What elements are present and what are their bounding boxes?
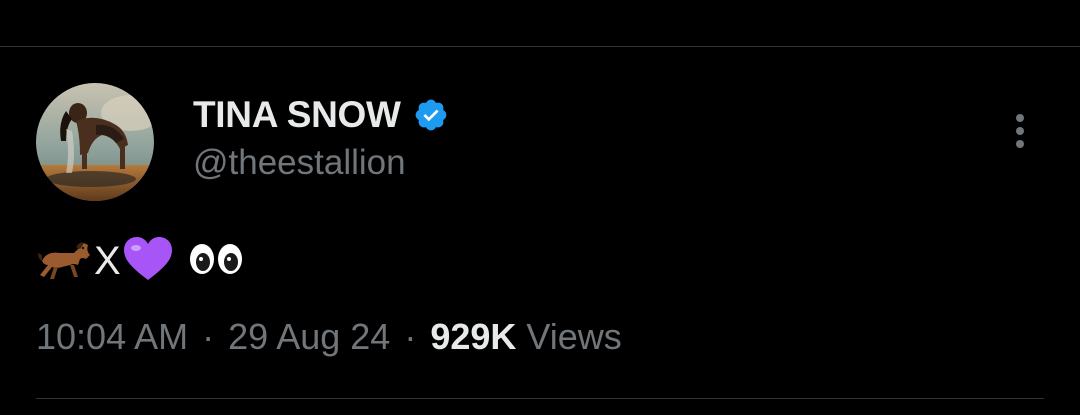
tweet-time[interactable]: 10:04 AM <box>36 316 188 357</box>
horse-emoji <box>36 237 92 286</box>
author-display-name[interactable]: TINA SNOW <box>193 94 401 136</box>
views-label: Views <box>526 316 622 357</box>
tweet-meta: 10:04 AM · 29 Aug 24 · 929K Views <box>36 316 622 358</box>
tweet-text: X <box>36 236 244 286</box>
purple-heart-emoji <box>122 236 174 287</box>
more-options-button[interactable] <box>1000 108 1040 154</box>
avatar[interactable] <box>36 83 154 201</box>
top-divider <box>0 46 1080 47</box>
meta-separator: · <box>202 316 215 357</box>
meta-separator: · <box>404 316 417 357</box>
author-handle[interactable]: @theestallion <box>193 143 406 183</box>
more-options-icon <box>1016 114 1024 148</box>
views-count: 929K <box>430 316 517 357</box>
verified-badge-icon[interactable] <box>413 97 449 133</box>
x-letter: X <box>94 239 121 283</box>
bottom-divider <box>36 398 1044 399</box>
tweet-date[interactable]: 29 Aug 24 <box>228 316 390 357</box>
author-name-row: TINA SNOW <box>193 93 449 137</box>
eyes-emoji <box>188 241 244 282</box>
